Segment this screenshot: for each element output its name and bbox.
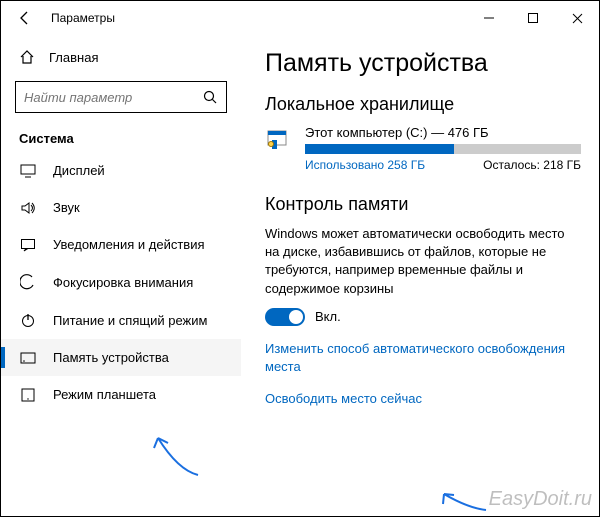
window-controls [467, 3, 599, 33]
used-label: Использовано 258 ГБ [305, 158, 425, 172]
drive-row[interactable]: Этот компьютер (C:) — 476 ГБ Использован… [265, 125, 581, 172]
storage-sense-header: Контроль памяти [265, 194, 581, 215]
back-button[interactable] [11, 10, 39, 26]
local-storage-header: Локальное хранилище [265, 94, 581, 115]
sidebar-item-label: Фокусировка внимания [53, 275, 193, 290]
sidebar-home-label: Главная [49, 50, 98, 65]
sidebar-item-display[interactable]: Дисплей [1, 152, 241, 189]
storage-sense-toggle[interactable] [265, 308, 305, 326]
storage-sense-description: Windows может автоматически освободить м… [265, 225, 581, 298]
free-label: Осталось: 218 ГБ [483, 158, 581, 172]
sidebar-item-label: Режим планшета [53, 387, 156, 402]
storage-bar [305, 144, 581, 154]
sidebar-item-label: Звук [53, 200, 80, 215]
sidebar-item-focus[interactable]: Фокусировка внимания [1, 263, 241, 301]
window-title: Параметры [51, 11, 115, 25]
search-box[interactable] [15, 81, 227, 113]
sidebar-item-label: Память устройства [53, 350, 169, 365]
settings-window: Параметры Главная [0, 0, 600, 517]
sidebar-section-header: Система [1, 125, 241, 152]
titlebar: Параметры [1, 1, 599, 35]
link-change-auto-free[interactable]: Изменить способ автоматического освобожд… [265, 341, 565, 374]
display-icon [19, 164, 37, 178]
link-free-space-now[interactable]: Освободить место сейчас [265, 390, 581, 408]
sidebar-item-tablet[interactable]: Режим планшета [1, 376, 241, 413]
notifications-icon [19, 238, 37, 252]
maximize-button[interactable] [511, 3, 555, 33]
sidebar-item-label: Питание и спящий режим [53, 313, 207, 328]
search-icon [203, 90, 218, 105]
sidebar: Главная Система Дисплей Звук [1, 35, 241, 516]
focus-icon [19, 274, 37, 290]
power-icon [19, 312, 37, 328]
storage-icon [19, 352, 37, 364]
sidebar-item-sound[interactable]: Звук [1, 189, 241, 226]
toggle-label: Вкл. [315, 309, 341, 324]
sidebar-item-label: Дисплей [53, 163, 105, 178]
drive-icon [265, 125, 293, 172]
storage-bar-used [305, 144, 454, 154]
sound-icon [19, 201, 37, 215]
page-title: Память устройства [265, 49, 581, 78]
sidebar-item-notifications[interactable]: Уведомления и действия [1, 226, 241, 263]
search-input[interactable] [24, 90, 203, 105]
content-pane: Память устройства Локальное хранилище Эт… [241, 35, 599, 516]
drive-name: Этот компьютер (C:) — 476 ГБ [305, 125, 581, 140]
drive-info: Этот компьютер (C:) — 476 ГБ Использован… [305, 125, 581, 172]
close-button[interactable] [555, 3, 599, 33]
minimize-button[interactable] [467, 3, 511, 33]
sidebar-nav: Дисплей Звук Уведомления и действия Фоку… [1, 152, 241, 413]
sidebar-item-storage[interactable]: Память устройства [1, 339, 241, 376]
sidebar-home[interactable]: Главная [1, 43, 241, 71]
sidebar-item-power[interactable]: Питание и спящий режим [1, 301, 241, 339]
home-icon [19, 49, 35, 65]
sidebar-item-label: Уведомления и действия [53, 237, 205, 252]
tablet-icon [19, 388, 37, 402]
